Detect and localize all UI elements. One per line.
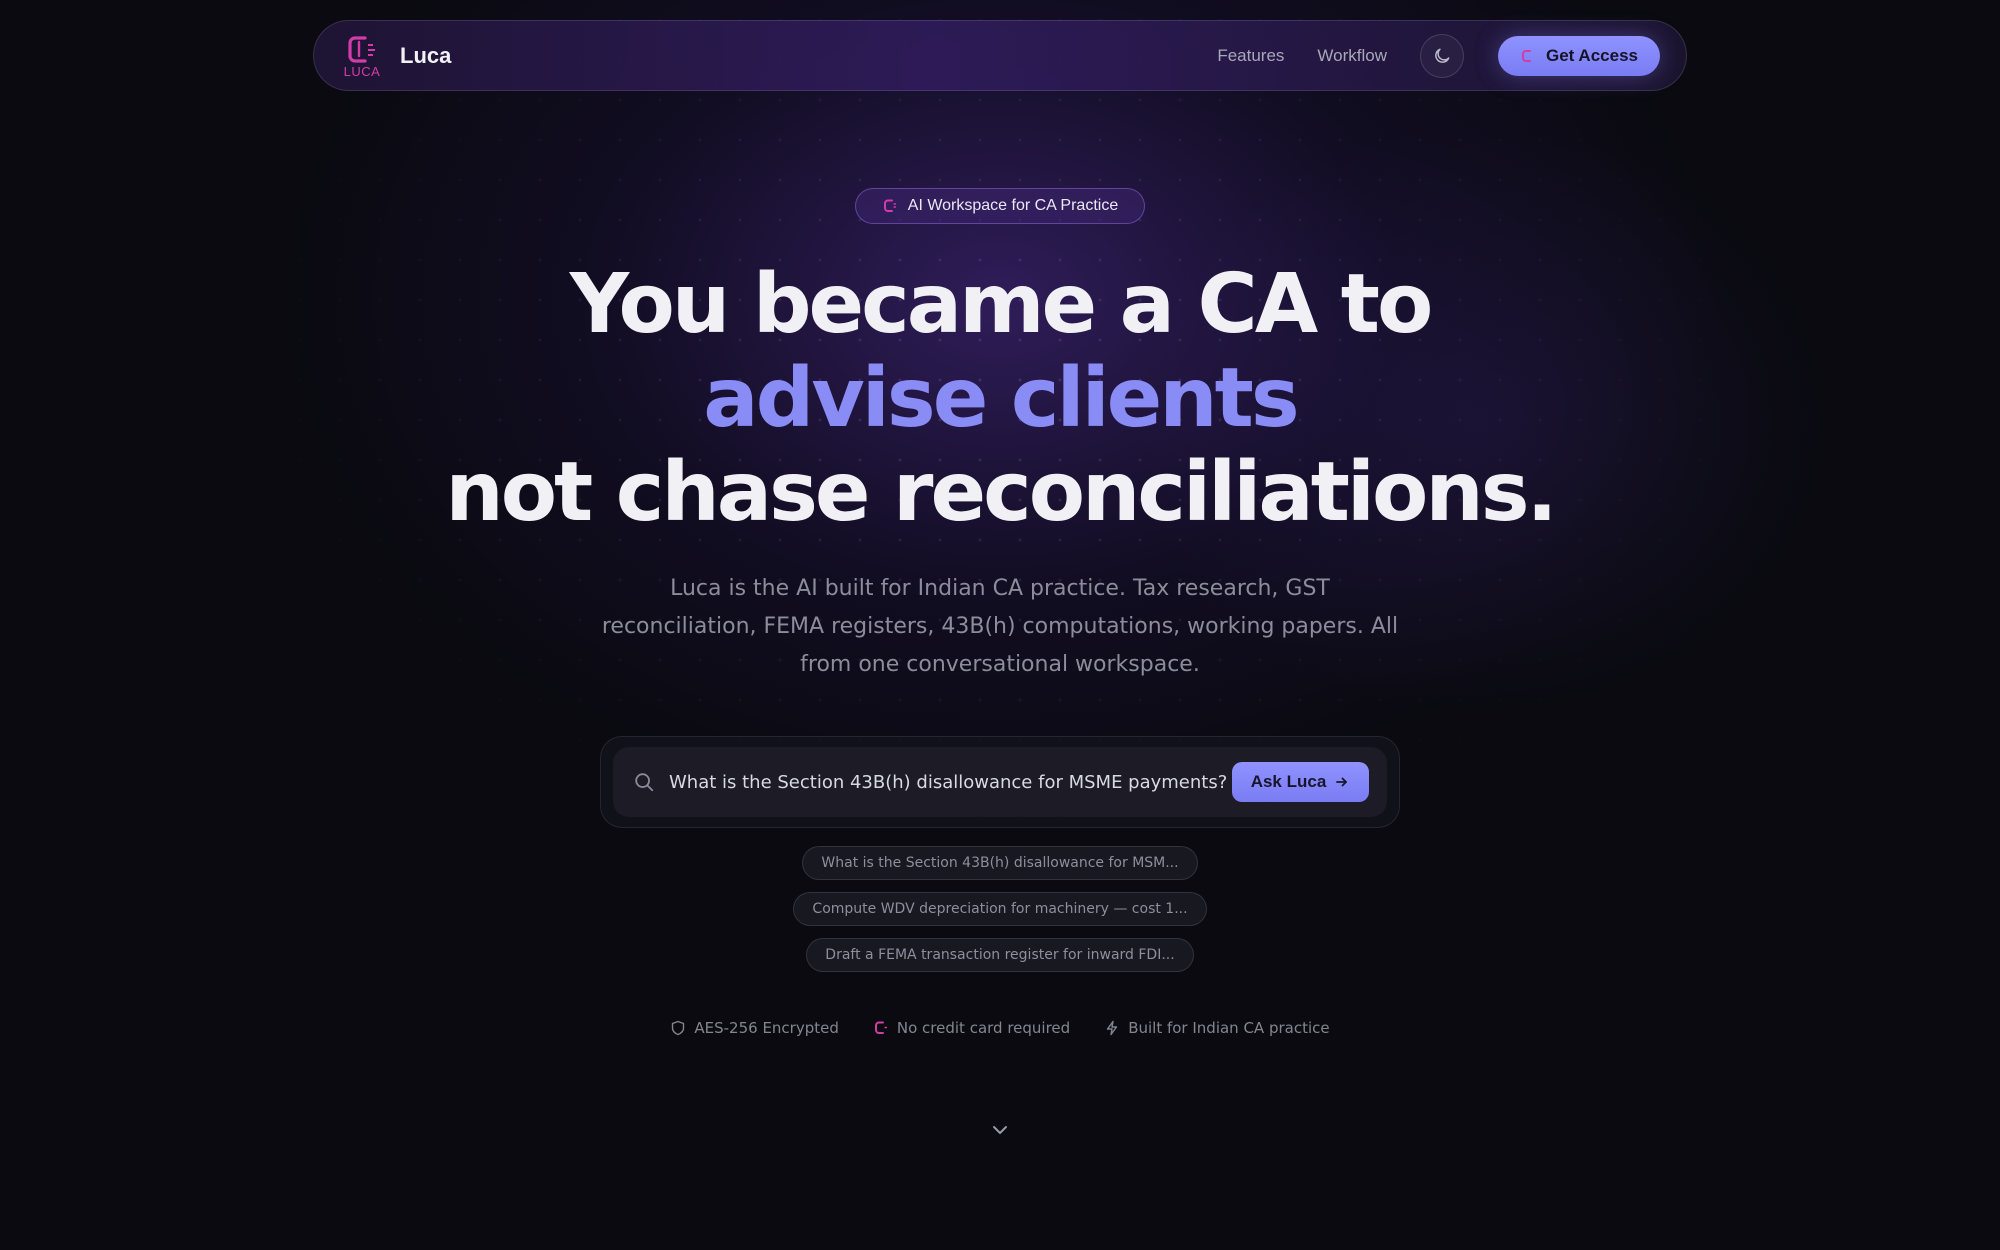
trust-label: No credit card required [896, 1019, 1071, 1037]
ask-luca-button[interactable]: Ask Luca [1232, 762, 1369, 802]
search-icon [635, 773, 654, 792]
brand-link[interactable]: LUCA Luca [338, 34, 452, 79]
headline-line-1: You became a CA to [569, 257, 1434, 352]
luca-mark-icon [883, 199, 896, 212]
trust-indicators: AES-256 Encrypted No credit card require… [0, 1019, 2000, 1037]
suggestion-chip[interactable]: What is the Section 43B(h) disallowance … [802, 846, 1198, 880]
badge-label: AI Workspace for CA Practice [907, 197, 1119, 214]
moon-icon [1435, 48, 1450, 63]
lightning-icon [1106, 1020, 1118, 1036]
search-input[interactable] [669, 771, 1229, 793]
theme-toggle-button[interactable] [1420, 33, 1464, 78]
get-access-button[interactable]: Get Access [1498, 35, 1660, 76]
svg-text:LUCA: LUCA [344, 64, 381, 78]
luca-mark-icon [1522, 49, 1531, 62]
hero-headline: You became a CA to advise clients not ch… [0, 258, 2000, 540]
hero-subtitle: Luca is the AI built for Indian CA pract… [601, 576, 1399, 677]
luca-logo-icon [874, 1021, 887, 1034]
trust-item-no-card: No credit card required [873, 1019, 1070, 1037]
navbar: LUCA Luca Features Workflow Get Access [313, 20, 1687, 91]
trust-item-encryption: AES-256 Encrypted [670, 1019, 839, 1037]
get-access-label: Get Access [1546, 45, 1638, 65]
ask-luca-label: Ask Luca [1250, 772, 1327, 791]
luca-logo: LUCA [338, 34, 386, 79]
hero-badge: AI Workspace for CA Practice [855, 188, 1145, 224]
luca-logo-icon: LUCA [344, 35, 381, 79]
chevron-down-icon [993, 1126, 1007, 1134]
shield-icon [672, 1020, 685, 1036]
scroll-down-button[interactable] [988, 1118, 1012, 1142]
brand-name: Luca [400, 42, 452, 68]
trust-label: Built for Indian CA practice [1128, 1019, 1330, 1037]
headline-accent: advise clients [703, 351, 1299, 446]
search-panel: Ask Luca [600, 736, 1400, 828]
trust-item-built-for: Built for Indian CA practice [1104, 1019, 1330, 1037]
arrow-right-icon [1336, 777, 1348, 787]
nav-link-workflow[interactable]: Workflow [1317, 46, 1387, 66]
nav-link-features[interactable]: Features [1217, 46, 1284, 66]
trust-label: AES-256 Encrypted [694, 1019, 839, 1037]
suggestion-chips: What is the Section 43B(h) disallowance … [0, 846, 2000, 984]
suggestion-chip[interactable]: Compute WDV depreciation for machinery —… [793, 892, 1207, 926]
nav-links: Features Workflow Get Access [1217, 33, 1686, 78]
suggestion-chip[interactable]: Draft a FEMA transaction register for in… [806, 938, 1194, 972]
search-box: Ask Luca [613, 747, 1387, 817]
headline-line-3: not chase reconciliations. [445, 445, 1557, 540]
